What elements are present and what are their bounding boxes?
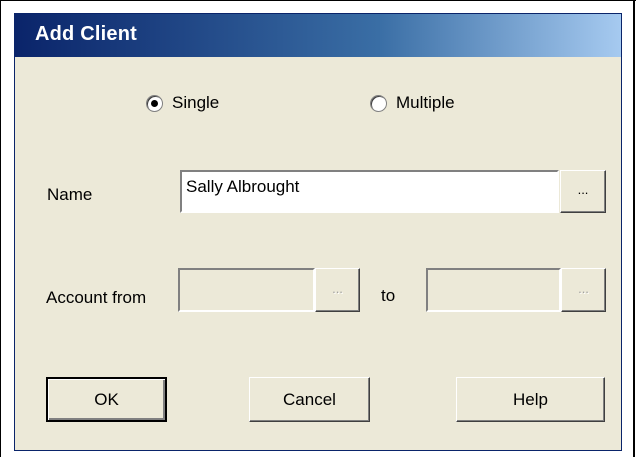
add-client-dialog: Add Client Single Multiple Name Sally Al… xyxy=(14,13,622,451)
account-from-browse-label: ... xyxy=(332,280,343,296)
dialog-titlebar[interactable]: Add Client xyxy=(15,14,621,57)
account-from-label: Account from xyxy=(46,288,147,307)
radio-multiple-indicator[interactable] xyxy=(370,94,387,112)
help-button-label: Help xyxy=(513,389,548,409)
account-to-browse-label: ... xyxy=(578,280,589,296)
cancel-button-label: Cancel xyxy=(283,389,336,409)
account-to-browse-button[interactable]: ... xyxy=(561,268,606,312)
table-border-right xyxy=(633,0,635,457)
account-from-input[interactable] xyxy=(178,268,315,312)
table-border-top xyxy=(0,0,636,1)
account-to-input[interactable] xyxy=(426,268,561,312)
table-border-left xyxy=(0,0,1,457)
name-input-value: Sally Albrought xyxy=(186,177,300,196)
ok-button-label: OK xyxy=(94,389,119,409)
ok-button[interactable]: OK xyxy=(46,377,167,422)
radio-single[interactable]: Single xyxy=(146,93,219,113)
radio-multiple[interactable]: Multiple xyxy=(370,93,455,113)
cancel-button[interactable]: Cancel xyxy=(249,377,370,422)
radio-multiple-label: Multiple xyxy=(396,93,455,112)
radio-selected-dot xyxy=(151,99,158,107)
radio-single-label: Single xyxy=(172,93,220,112)
account-to-label: to xyxy=(381,286,396,305)
name-label: Name xyxy=(47,185,93,204)
name-browse-button[interactable]: ... xyxy=(560,170,606,213)
radio-single-indicator[interactable] xyxy=(146,94,163,112)
name-browse-label: ... xyxy=(577,182,589,197)
help-button[interactable]: Help xyxy=(456,377,605,422)
account-from-browse-button[interactable]: ... xyxy=(315,268,360,312)
dialog-title: Add Client xyxy=(35,23,137,45)
name-input[interactable]: Sally Albrought xyxy=(180,170,559,213)
